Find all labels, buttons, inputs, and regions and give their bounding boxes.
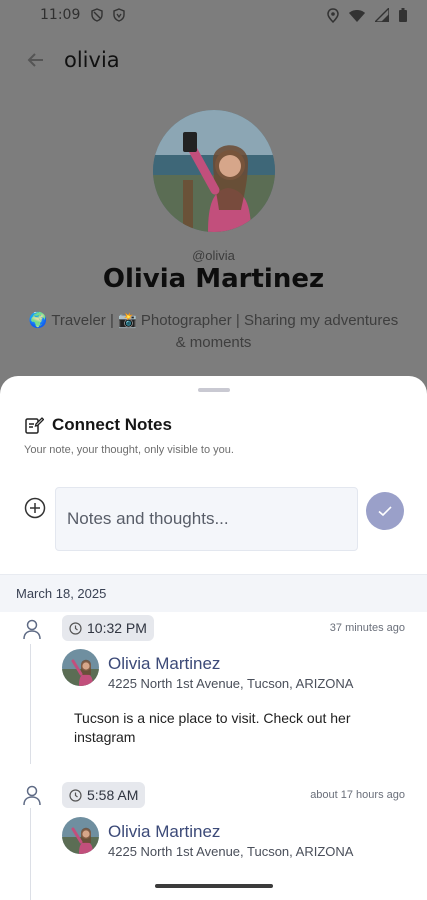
note-input[interactable]	[55, 487, 358, 551]
app-bar: olivia	[0, 40, 427, 80]
status-time: 11:09	[40, 7, 81, 23]
add-circle-icon[interactable]	[24, 497, 46, 519]
dnd-shield-icon	[91, 8, 104, 22]
sheet-subtitle: Your note, your thought, only visible to…	[24, 444, 234, 456]
note-entry[interactable]: 10:32 PM 37 minutes ago Olivia Martinez …	[0, 612, 427, 772]
submit-note-button[interactable]	[366, 492, 404, 530]
edit-note-icon	[25, 417, 44, 434]
contact-address: 4225 North 1st Avenue, Tucson, ARIZONA	[108, 676, 354, 691]
entry-time: 5:58 AM	[87, 787, 139, 803]
location-icon	[327, 7, 339, 23]
signal-icon	[375, 8, 389, 22]
clock-icon	[69, 788, 82, 802]
sheet-header: Connect Notes	[24, 415, 172, 435]
back-arrow-icon[interactable]	[24, 48, 48, 72]
contact-avatar	[62, 817, 99, 854]
profile-name: Olivia Martinez	[102, 264, 325, 294]
note-entry[interactable]: 5:58 AM about 17 hours ago Olivia Martin…	[0, 780, 427, 900]
contact-name[interactable]: Olivia Martinez	[108, 654, 220, 674]
contact-name[interactable]: Olivia Martinez	[108, 822, 220, 842]
time-badge: 10:32 PM	[62, 615, 154, 641]
gesture-nav-bar[interactable]	[155, 884, 273, 888]
status-bar: 11:09	[0, 0, 427, 30]
contact-avatar	[62, 649, 99, 686]
date-header: March 18, 2025	[0, 574, 427, 612]
check-icon	[378, 506, 392, 517]
note-text: Tucson is a nice place to visit. Check o…	[74, 710, 351, 745]
sheet-drag-handle[interactable]	[198, 388, 230, 392]
profile-handle: @olivia	[192, 248, 235, 263]
clock-icon	[69, 621, 82, 635]
wifi-icon	[349, 9, 365, 22]
time-badge: 5:58 AM	[62, 782, 146, 808]
user-icon	[23, 785, 41, 806]
entry-relative-time: about 17 hours ago	[310, 789, 405, 801]
contact-address: 4225 North 1st Avenue, Tucson, ARIZONA	[108, 844, 354, 859]
entry-relative-time: 37 minutes ago	[329, 622, 405, 634]
user-icon	[23, 619, 41, 640]
profile-avatar	[153, 110, 275, 232]
sheet-title: Connect Notes	[52, 415, 172, 434]
connect-notes-sheet: Connect Notes Your note, your thought, o…	[0, 376, 427, 900]
app-title: olivia	[64, 48, 120, 72]
profile-bio: 🌍 Traveler | 📸 Photographer | Sharing my…	[28, 312, 399, 351]
entry-time: 10:32 PM	[87, 620, 147, 636]
battery-icon	[399, 8, 407, 22]
vpn-shield-icon	[113, 8, 126, 22]
